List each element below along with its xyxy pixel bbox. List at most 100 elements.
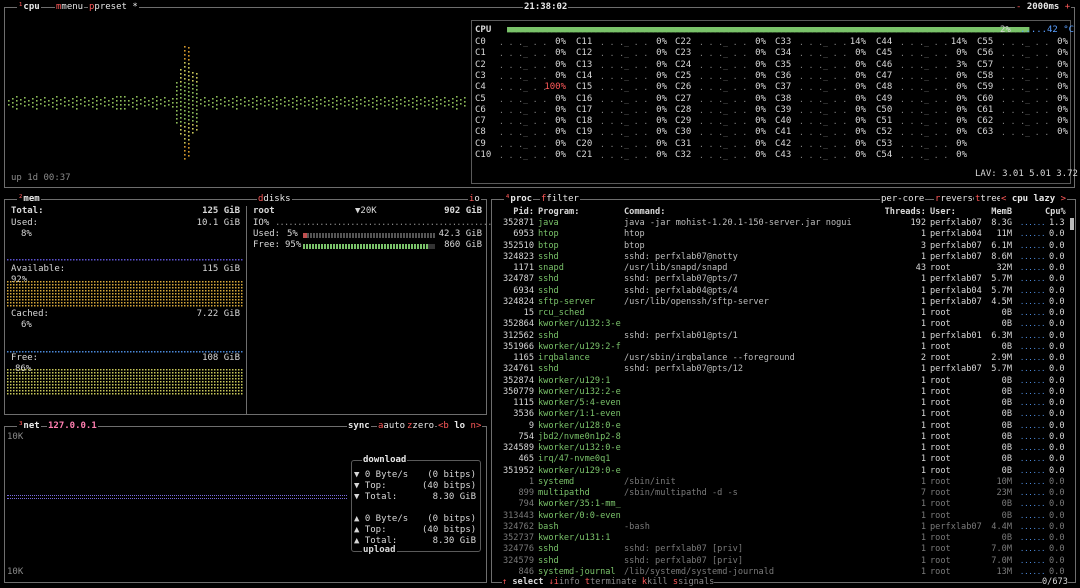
- proc-user: root: [930, 420, 951, 431]
- col-program[interactable]: Program:: [538, 207, 579, 218]
- core-c7-label: C7: [475, 116, 486, 127]
- cpu-graph-dot: [196, 125, 198, 127]
- net-auto-toggle[interactable]: aauto: [377, 420, 407, 432]
- proc-row[interactable]: 6934 sshd sshd: perfxlab04@pts/4 1 perfxlab0…: [492, 286, 1068, 297]
- proc-row[interactable]: 324762 bash -bash 1 perfxlab07 4.4M 0.0......: [492, 522, 1068, 533]
- mem-avail-dot: [226, 302, 228, 304]
- proc-row[interactable]: 352874 kworker/u129:1 1 root 0B 0.0......: [492, 376, 1068, 387]
- col-command[interactable]: Command:: [624, 207, 665, 218]
- kill-button[interactable]: kill: [647, 577, 668, 587]
- net-zero-toggle[interactable]: zzero: [406, 420, 436, 432]
- mem-free-dot: [181, 393, 183, 395]
- proc-filter[interactable]: ffilter: [540, 193, 580, 205]
- disks-io-toggle[interactable]: io: [468, 193, 481, 205]
- proc-row[interactable]: 754 jbd2/nvme0n1p2-8 1 root 0B 0.0......: [492, 432, 1068, 443]
- net-iface-nav[interactable]: <b lo n>: [437, 420, 483, 432]
- proc-row[interactable]: 352510 btop btop 3 perfxlab07 6.1M 0.0......: [492, 241, 1068, 252]
- mem-free-dot: [175, 369, 177, 371]
- core-pct: 0%: [755, 138, 766, 149]
- proc-row[interactable]: 352864 kworker/u132:3-e 1 root 0B 0.0......: [492, 319, 1068, 330]
- mem-free-dot: [136, 372, 138, 374]
- mem-free-dot: [88, 387, 90, 389]
- proc-row[interactable]: 324823 sshd sshd: perfxlab07@notty 1 perfxla…: [492, 252, 1068, 263]
- mem-box-title[interactable]: ²mem: [17, 193, 41, 205]
- mem-avail-dot: [100, 305, 102, 307]
- proc-user: perfxlab07: [930, 521, 982, 532]
- proc-row[interactable]: 313443 kworker/0:0-even 1 root 0B 0.0......: [492, 511, 1068, 522]
- proc-row[interactable]: 465 irq/47-nvme0q1 1 root 0B 0.0......: [492, 454, 1068, 465]
- proc-row[interactable]: 324776 sshd sshd: perfxlab07 [priv] 1 root 7.…: [492, 544, 1068, 555]
- cpu-graph-dot: [460, 99, 462, 101]
- proc-row[interactable]: 3536 kworker/1:1-even 1 root 0B 0.0......: [492, 409, 1068, 420]
- preset-button[interactable]: ppreset *: [88, 1, 139, 13]
- cpu-graph-dot: [184, 106, 186, 108]
- proc-row[interactable]: 1165 irqbalance/usr/sbin/irqbalance --for…: [492, 353, 1068, 364]
- mem-avail-dot: [88, 305, 90, 307]
- mem-avail-dot: [202, 296, 204, 298]
- mem-avail-dot: [157, 287, 159, 289]
- cpu-box-title[interactable]: ¹cpu: [17, 1, 41, 13]
- net-box-title[interactable]: ³net: [17, 420, 41, 432]
- mem-avail-dot: [52, 302, 54, 304]
- info-button[interactable]: info: [559, 577, 580, 587]
- per-core-toggle[interactable]: per-core: [880, 193, 926, 205]
- proc-row[interactable]: 15 rcu_sched 1 root 0B 0.0......: [492, 308, 1068, 319]
- mem-free-dot: [82, 393, 84, 395]
- cpu-graph-dot: [188, 119, 190, 121]
- proc-row[interactable]: 1171 snapd/usr/lib/snapd/snapd 43 root 32M 0.…: [492, 263, 1068, 274]
- signals-button[interactable]: signals: [678, 577, 714, 587]
- proc-row[interactable]: 351952 kworker/u129:0-e 1 root 0B 0.0......: [492, 466, 1068, 477]
- col-mem[interactable]: MemB: [988, 207, 1012, 218]
- proc-row[interactable]: 352737 kworker/u131:1 1 root 0B 0.0......: [492, 533, 1068, 544]
- proc-row[interactable]: 351966 kworker/u129:2-f 1 root 0B 0.0......: [492, 342, 1068, 353]
- proc-row[interactable]: 352871 java java -jar mohist-1.20.1-150-se…: [492, 218, 1068, 229]
- mem-free-dot: [109, 393, 111, 395]
- proc-row[interactable]: 350779 kworker/u132:2-e 1 root 0B 0.0......: [492, 387, 1068, 398]
- proc-row[interactable]: 1115 kworker/5:4-even 1 root 0B 0.0......: [492, 398, 1068, 409]
- terminate-button[interactable]: terminate: [590, 577, 637, 587]
- mem-avail-dot: [100, 302, 102, 304]
- proc-row[interactable]: 794 kworker/35:1-mm_ 1 root 0B 0.0......: [492, 499, 1068, 510]
- mem-free-dot: [82, 369, 84, 371]
- mem-free-dot: [217, 393, 219, 395]
- col-cpu[interactable]: Cpu%: [1045, 207, 1066, 218]
- proc-threads: 1: [920, 251, 926, 262]
- col-user[interactable]: User:: [930, 207, 956, 218]
- menu-button[interactable]: mmenu: [55, 1, 85, 13]
- proc-scrollbar[interactable]: [1070, 218, 1074, 230]
- core-pct: 0%: [555, 93, 566, 104]
- cpu-graph-dot: [152, 98, 154, 100]
- proc-mem: 7.0M: [991, 544, 1012, 555]
- proc-row[interactable]: 1 systemd/sbin/init 1 root 10M 0.0......: [492, 477, 1068, 488]
- col-pid[interactable]: Pid:: [498, 207, 534, 218]
- col-threads[interactable]: Threads:: [876, 207, 926, 218]
- net-sync-toggle[interactable]: sync: [347, 420, 371, 432]
- cpu-graph-dot: [192, 84, 194, 86]
- mem-free-dot: [91, 369, 93, 371]
- proc-row[interactable]: 324589 kworker/u132:0-e 1 root 0B 0.0......: [492, 443, 1068, 454]
- proc-row[interactable]: 9 kworker/u128:0-e 1 root 0B 0.0......: [492, 421, 1068, 432]
- mem-avail-dot: [82, 281, 84, 283]
- mem-avail-dot: [199, 284, 201, 286]
- sort-selector[interactable]: < cpu lazy >: [1000, 193, 1068, 205]
- proc-row[interactable]: 324761 sshd sshd: perfxlab07@pts/12 1 perfxl…: [492, 364, 1068, 375]
- core-pct: 0%: [656, 82, 667, 93]
- mem-avail-dot: [187, 281, 189, 283]
- proc-row[interactable]: 324787 sshd sshd: perfxlab07@pts/7 1 perfxla…: [492, 274, 1068, 285]
- select-button[interactable]: select: [512, 577, 543, 587]
- proc-row[interactable]: 324824 sftp-server/usr/lib/openssh/sftp-s…: [492, 297, 1068, 308]
- cpu-graph-dot: [120, 100, 122, 102]
- tree-toggle[interactable]: ttree: [974, 193, 1004, 205]
- update-interval[interactable]: - 2000ms +: [1015, 1, 1072, 13]
- reverse-toggle[interactable]: rreverse: [934, 193, 980, 205]
- mem-avail-dot: [223, 296, 225, 298]
- mem-avail-dot: [202, 290, 204, 292]
- proc-box-title[interactable]: ⁴proc: [504, 193, 534, 205]
- proc-row[interactable]: 324579 sshd sshd: perfxlab07 [priv] 1 root 7.…: [492, 556, 1068, 567]
- cpu-graph-dot: [144, 105, 146, 107]
- proc-row[interactable]: 899 multipathd/sbin/multipathd -d -s 7 root…: [492, 488, 1068, 499]
- proc-row[interactable]: 312562 sshd sshd: perfxlab01@pts/1 1 perfxla…: [492, 331, 1068, 342]
- mem-avail-dot: [127, 296, 129, 298]
- proc-row[interactable]: 6953 htop htop 1 perfxlab04 11M 0.0......: [492, 229, 1068, 240]
- core-pct: 0%: [1057, 70, 1068, 81]
